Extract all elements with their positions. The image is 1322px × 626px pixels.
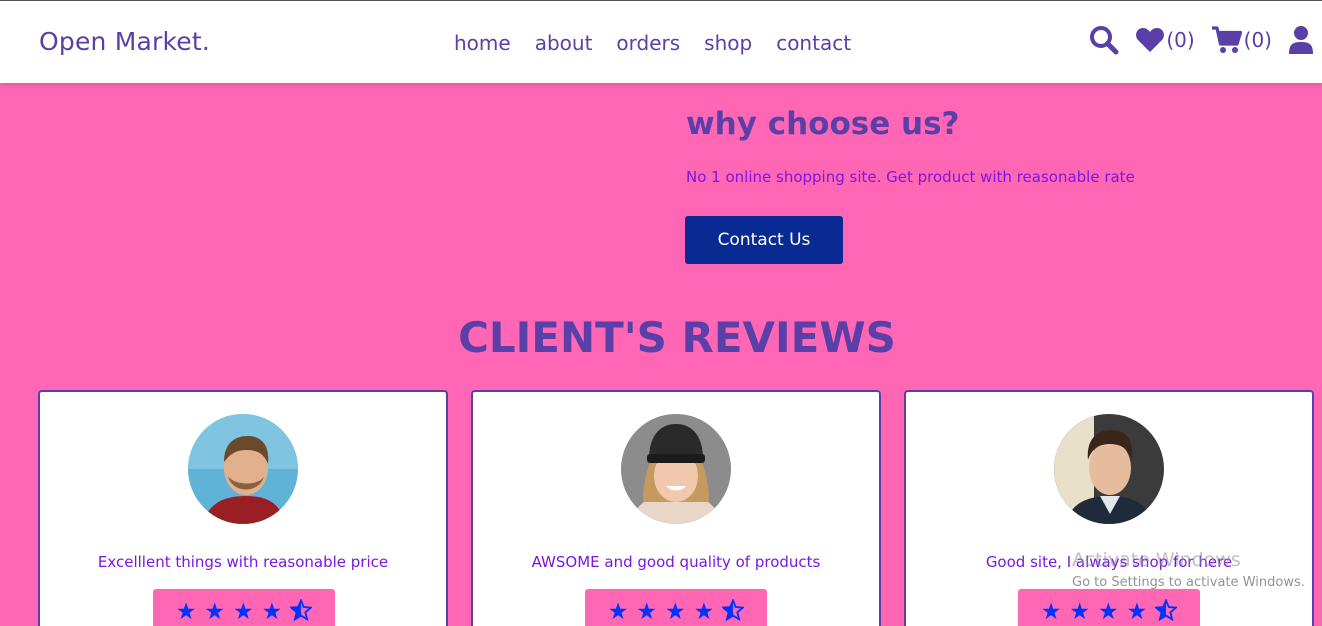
nav-contact[interactable]: contact — [776, 31, 851, 55]
wishlist-count: (0) — [1166, 28, 1195, 52]
search-icon[interactable] — [1089, 25, 1119, 55]
rating-stars: ★ ★ ★ ★ — [1018, 589, 1200, 626]
review-text: Excelllent things with reasonable price — [97, 553, 389, 571]
activate-windows-title: Activate Windows — [1072, 549, 1241, 571]
heart-icon — [1135, 26, 1165, 54]
wishlist-button[interactable]: (0) — [1135, 26, 1195, 54]
avatar — [188, 414, 298, 524]
star-icon: ★ — [204, 598, 225, 625]
star-icon: ★ — [1040, 598, 1062, 625]
why-choose-text: No 1 online shopping site. Get product w… — [686, 168, 1135, 186]
review-card: AWSOME and good quality of products ★ ★ … — [471, 390, 881, 626]
nav-orders[interactable]: orders — [616, 31, 680, 55]
rating-stars: ★ ★ ★ ★ — [153, 589, 335, 626]
star-half-icon — [721, 597, 746, 626]
review-text: AWSOME and good quality of products — [531, 553, 821, 571]
cart-count: (0) — [1243, 28, 1272, 52]
avatar — [1054, 414, 1164, 524]
star-icon: ★ — [1069, 598, 1090, 625]
star-icon: ★ — [636, 598, 657, 625]
contact-us-button[interactable]: Contact Us — [685, 216, 843, 264]
main-nav: home about orders shop contact — [454, 31, 851, 55]
star-icon: ★ — [233, 598, 254, 625]
star-half-icon — [289, 597, 314, 626]
cart-icon — [1211, 25, 1243, 55]
nav-shop[interactable]: shop — [704, 31, 752, 55]
user-icon[interactable] — [1288, 25, 1314, 55]
reviews-title: CLIENT'S REVIEWS — [458, 313, 896, 362]
star-icon: ★ — [693, 598, 715, 625]
cart-button[interactable]: (0) — [1211, 25, 1272, 55]
nav-about[interactable]: about — [535, 31, 593, 55]
star-icon: ★ — [1098, 598, 1119, 625]
star-icon: ★ — [175, 598, 197, 625]
star-icon: ★ — [665, 598, 686, 625]
review-card: Good site, I always shop for here ★ ★ ★ … — [904, 390, 1314, 626]
nav-home[interactable]: home — [454, 31, 511, 55]
star-icon: ★ — [607, 598, 629, 625]
header-icons: (0) (0) — [1089, 25, 1314, 55]
avatar — [621, 414, 731, 524]
why-choose-title: why choose us? — [686, 106, 960, 142]
star-icon: ★ — [261, 598, 283, 625]
site-logo[interactable]: Open Market. — [39, 27, 210, 56]
star-icon: ★ — [1126, 598, 1148, 625]
site-header: Open Market. home about orders shop cont… — [0, 0, 1322, 83]
star-half-icon — [1154, 597, 1179, 626]
activate-windows-subtitle: Go to Settings to activate Windows. — [1072, 575, 1305, 590]
rating-stars: ★ ★ ★ ★ — [585, 589, 767, 626]
review-card: Excelllent things with reasonable price … — [38, 390, 448, 626]
